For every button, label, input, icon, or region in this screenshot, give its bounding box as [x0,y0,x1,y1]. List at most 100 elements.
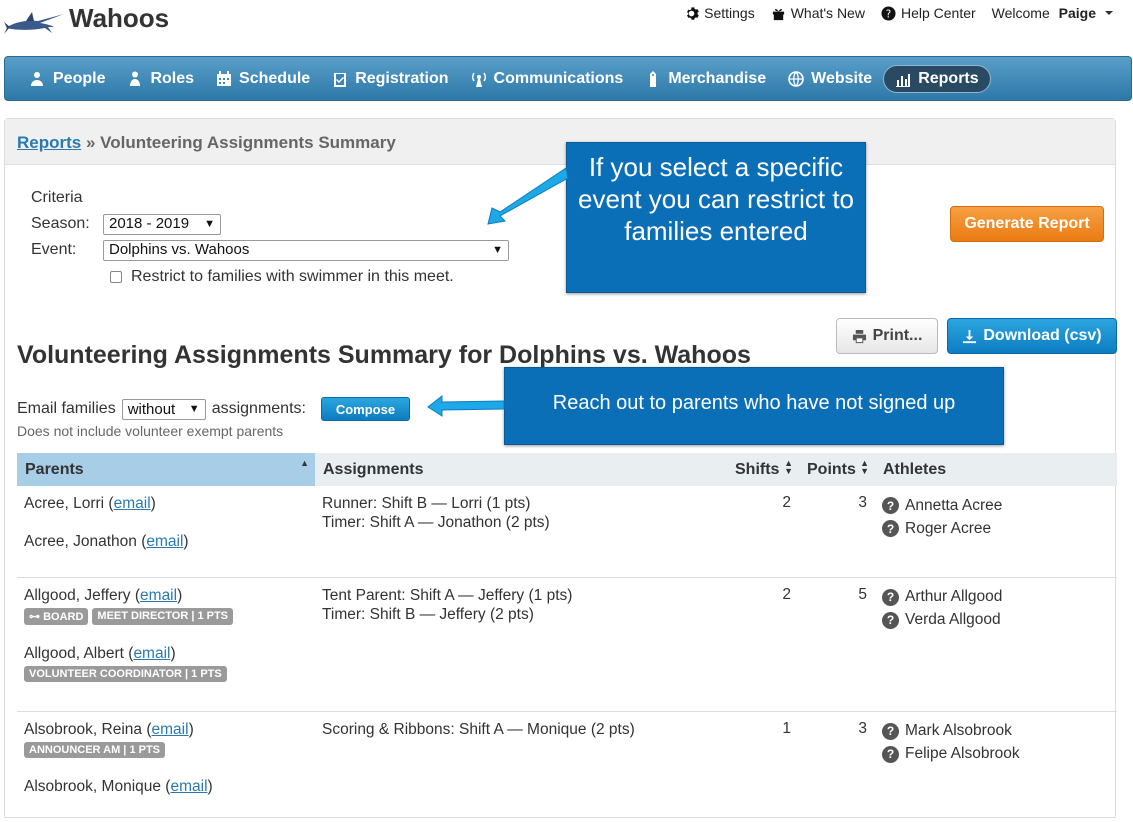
settings-link[interactable]: Settings [684,5,755,21]
email-link[interactable]: email [133,645,170,662]
season-select[interactable]: 2018 - 2019 ▼ [103,213,221,235]
parents-cell: Acree, Lorri (email) Acree, Jonathon (em… [17,486,315,578]
calendar-icon [217,70,232,86]
generate-report-button[interactable]: Generate Report [950,206,1104,242]
welcome-text: Welcome [991,5,1054,21]
print-button[interactable]: Print... [836,318,938,354]
parent-entry: Alsobrook, Monique (email) [24,777,213,795]
nav-registration-label: Registration [355,69,449,87]
question-circle-icon[interactable]: ? [882,745,899,763]
restrict-checkbox[interactable] [110,270,122,283]
broadcast-icon [471,72,486,87]
question-circle-icon[interactable]: ? [882,611,899,629]
email-link[interactable]: email [114,495,151,512]
athlete-name: Roger Acree [905,519,992,537]
main-nav: People Roles Schedule Registration Commu… [4,56,1132,101]
breadcrumb-reports-link[interactable]: Reports [17,133,81,152]
user-name: Paige [1058,5,1096,21]
parent-name: Acree, Jonathon [24,533,137,550]
help-center-link[interactable]: ? Help Center [881,5,976,21]
table-row: Alsobrook, Reina (email) ANNOUNCER AM | … [17,711,1117,812]
role-badge: ANNOUNCER AM | 1 PTS [24,741,166,758]
top-nav: Settings What's New ? Help Center Welcom… [684,5,1113,21]
download-csv-button[interactable]: Download (csv) [947,318,1117,354]
nav-roles-label: Roles [150,69,195,87]
email-link[interactable]: email [140,587,177,604]
criteria-heading: Criteria [31,189,83,206]
globe-icon [788,70,804,87]
role-badges: ⊶ BOARD MEET DIRECTOR | 1 PTS [24,607,308,625]
sort-asc-icon: ▲ [300,458,309,468]
event-tip-callout: If you select a specific event you can r… [566,142,866,293]
restrict-label: Restrict to families with swimmer in thi… [131,268,454,285]
email-families-row: Email families without ▼ assignments: Co… [17,397,410,421]
settings-label: Settings [704,5,755,21]
parent-name: Alsobrook, Monique [24,777,161,795]
nav-people[interactable]: People [19,65,116,93]
email-link[interactable]: email [170,778,207,795]
dropdown-arrow-icon: ▼ [492,244,503,256]
points-header-label: Points [807,460,856,478]
event-value: Dolphins vs. Wahoos [109,241,250,258]
sort-icon: ▲ ▼ [784,458,793,476]
exempt-note: Does not include volunteer exempt parent… [17,423,284,439]
parent-entry: Allgood, Jeffery (email) [24,586,183,604]
whats-new-link[interactable]: What's New [771,5,865,21]
athlete-entry: ? Annetta Acree [882,494,1110,517]
season-value: 2018 - 2019 [109,215,190,232]
email-link[interactable]: email [146,533,183,550]
role-badge: ⊶ BOARD [24,607,89,625]
shifts-cell: 2 [727,577,799,712]
question-circle-icon[interactable]: ? [882,588,899,606]
nav-reports-label: Reports [918,69,979,87]
question-circle-icon[interactable]: ? [882,722,899,740]
column-header-parents[interactable]: Parents ▲ [17,453,315,486]
help-center-label: Help Center [900,5,976,21]
shifts-cell: 2 [727,486,799,578]
parent-name: Allgood, Jeffery [24,586,131,604]
nav-schedule[interactable]: Schedule [205,65,321,93]
roles-icon [130,71,141,86]
event-select[interactable]: Dolphins vs. Wahoos ▼ [103,239,509,261]
question-circle-icon[interactable]: ? [882,497,899,514]
question-circle-icon[interactable]: ? [882,520,899,537]
user-menu[interactable]: Welcome Paige [992,5,1113,21]
athlete-entry: ? Mark Alsobrook [882,720,1110,743]
role-badges: ANNOUNCER AM | 1 PTS [24,741,308,758]
season-label: Season: [31,215,90,232]
column-header-assignments[interactable]: Assignments [315,453,727,486]
nav-website[interactable]: Website [777,65,883,93]
nav-people-label: People [53,69,106,87]
dropdown-arrow-icon: ▼ [188,403,200,415]
nav-roles[interactable]: Roles [116,65,205,93]
parents-cell: Alsobrook, Reina (email) ANNOUNCER AM | … [17,711,315,812]
parent-name: Acree, Lorri [24,495,105,512]
nav-communications[interactable]: Communications [460,65,635,93]
download-icon [963,329,977,343]
shifts-cell: 1 [782,719,791,737]
role-badge: MEET DIRECTOR | 1 PTS [92,607,234,625]
printer-icon [852,329,866,343]
breadcrumb: Reports » Volunteering Assignments Summa… [5,119,1115,165]
parent-entry: Alsobrook, Reina (email) [24,720,194,738]
column-header-athletes[interactable]: Athletes [875,453,1117,486]
compose-button[interactable]: Compose [320,397,410,421]
column-header-shifts[interactable]: Shifts ▲ ▼ [727,453,799,486]
column-header-points[interactable]: Points ▲ ▼ [799,453,875,486]
athlete-name: Arthur Allgood [905,588,1003,605]
athlete-entry: ? Roger Acree [882,517,1110,540]
athlete-entry: ? Verda Allgood [882,609,1110,632]
athlete-entry: ? Arthur Allgood [882,586,1110,609]
athlete-name: Mark Alsobrook [905,722,1012,739]
gear-icon [687,6,699,20]
assignments-cell: Tent Parent: Shift A — Jeffery (1 pts) T… [315,577,727,712]
athlete-entry: ? Felipe Alsobrook [882,743,1110,766]
nav-reports[interactable]: Reports [883,64,991,93]
email-prefix: Email families [17,400,116,417]
event-label: Event: [31,241,77,258]
email-link[interactable]: email [152,721,189,738]
nav-merchandise[interactable]: Merchandise [634,65,777,93]
nav-registration[interactable]: Registration [321,65,459,93]
swordfish-logo-icon [4,12,64,34]
email-filter-select[interactable]: without ▼ [121,398,206,420]
